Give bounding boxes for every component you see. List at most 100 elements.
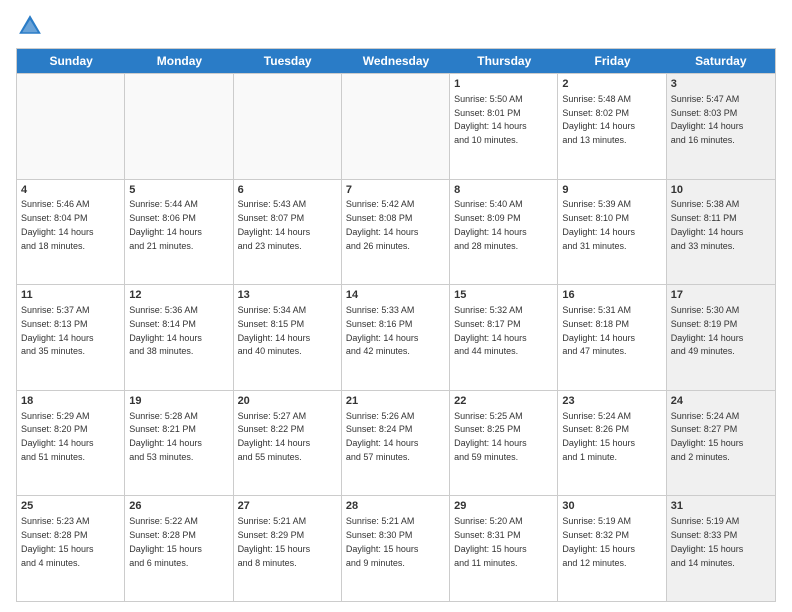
calendar-cell: 22 Sunrise: 5:25 AM Sunset: 8:25 PM Dayli… (450, 391, 558, 496)
calendar-cell: 16Sunrise: 5:31 AM Sunset: 8:18 PM Dayli… (558, 285, 666, 390)
day-info: Sunrise: 5:27 AM Sunset: 8:22 PM Dayligh… (238, 411, 311, 462)
day-header-saturday: Saturday (667, 49, 775, 73)
day-header-friday: Friday (558, 49, 666, 73)
logo (16, 12, 48, 40)
calendar-cell (125, 74, 233, 179)
day-info: Sunrise: 5:44 AM Sunset: 8:06 PM Dayligh… (129, 199, 202, 250)
calendar-cell: 25 Sunrise: 5:23 AM Sunset: 8:28 PM Dayli… (17, 496, 125, 601)
day-info: Sunrise: 5:19 AM Sunset: 8:32 PM Dayligh… (562, 516, 635, 567)
day-number: 5 (129, 183, 228, 198)
calendar-week-2: 4Sunrise: 5:46 AM Sunset: 8:04 PM Daylig… (17, 179, 775, 285)
day-number: 21 (346, 394, 445, 409)
calendar-cell: 24Sunrise: 5:24 AM Sunset: 8:27 PM Dayli… (667, 391, 775, 496)
day-number: 12 (129, 288, 228, 303)
calendar-cell: 10Sunrise: 5:38 AM Sunset: 8:11 PM Dayli… (667, 180, 775, 285)
day-info: Sunrise: 5:26 AM Sunset: 8:24 PM Dayligh… (346, 411, 419, 462)
calendar-cell: 18 Sunrise: 5:29 AM Sunset: 8:20 PM Dayli… (17, 391, 125, 496)
day-info: Sunrise: 5:24 AM Sunset: 8:26 PM Dayligh… (562, 411, 635, 462)
calendar-cell: 9Sunrise: 5:39 AM Sunset: 8:10 PM Daylig… (558, 180, 666, 285)
day-number: 24 (671, 394, 771, 409)
day-info: Sunrise: 5:19 AM Sunset: 8:33 PM Dayligh… (671, 516, 744, 567)
calendar-cell: 20 Sunrise: 5:27 AM Sunset: 8:22 PM Dayli… (234, 391, 342, 496)
day-number: 7 (346, 183, 445, 198)
day-number: 16 (562, 288, 661, 303)
calendar-cell: 31 Sunrise: 5:19 AM Sunset: 8:33 PM Dayli… (667, 496, 775, 601)
calendar-body: 1 Sunrise: 5:50 AM Sunset: 8:01 PM Daylig… (17, 73, 775, 601)
day-number: 27 (238, 499, 337, 514)
day-number: 28 (346, 499, 445, 514)
calendar-cell: 19 Sunrise: 5:28 AM Sunset: 8:21 PM Dayli… (125, 391, 233, 496)
day-info: Sunrise: 5:22 AM Sunset: 8:28 PM Dayligh… (129, 516, 202, 567)
day-number: 19 (129, 394, 228, 409)
day-number: 22 (454, 394, 553, 409)
calendar-cell (234, 74, 342, 179)
day-info: Sunrise: 5:25 AM Sunset: 8:25 PM Dayligh… (454, 411, 527, 462)
day-number: 13 (238, 288, 337, 303)
day-header-sunday: Sunday (17, 49, 125, 73)
day-info: Sunrise: 5:37 AM Sunset: 8:13 PM Dayligh… (21, 305, 94, 356)
day-info: Sunrise: 5:21 AM Sunset: 8:30 PM Dayligh… (346, 516, 419, 567)
calendar-cell: 26Sunrise: 5:22 AM Sunset: 8:28 PM Dayli… (125, 496, 233, 601)
day-number: 20 (238, 394, 337, 409)
calendar-cell: 21 Sunrise: 5:26 AM Sunset: 8:24 PM Dayli… (342, 391, 450, 496)
day-info: Sunrise: 5:33 AM Sunset: 8:16 PM Dayligh… (346, 305, 419, 356)
day-number: 3 (671, 77, 771, 92)
calendar-cell: 2Sunrise: 5:48 AM Sunset: 8:02 PM Daylig… (558, 74, 666, 179)
day-number: 10 (671, 183, 771, 198)
day-info: Sunrise: 5:47 AM Sunset: 8:03 PM Dayligh… (671, 94, 744, 145)
day-number: 25 (21, 499, 120, 514)
day-number: 29 (454, 499, 553, 514)
header (16, 12, 776, 40)
calendar-header: SundayMondayTuesdayWednesdayThursdayFrid… (17, 49, 775, 73)
day-number: 2 (562, 77, 661, 92)
day-info: Sunrise: 5:28 AM Sunset: 8:21 PM Dayligh… (129, 411, 202, 462)
day-number: 23 (562, 394, 661, 409)
day-info: Sunrise: 5:43 AM Sunset: 8:07 PM Dayligh… (238, 199, 311, 250)
day-header-wednesday: Wednesday (342, 49, 450, 73)
day-number: 14 (346, 288, 445, 303)
day-info: Sunrise: 5:38 AM Sunset: 8:11 PM Dayligh… (671, 199, 744, 250)
day-info: Sunrise: 5:29 AM Sunset: 8:20 PM Dayligh… (21, 411, 94, 462)
day-info: Sunrise: 5:21 AM Sunset: 8:29 PM Dayligh… (238, 516, 311, 567)
calendar-cell: 28 Sunrise: 5:21 AM Sunset: 8:30 PM Dayli… (342, 496, 450, 601)
day-info: Sunrise: 5:32 AM Sunset: 8:17 PM Dayligh… (454, 305, 527, 356)
calendar-cell: 6Sunrise: 5:43 AM Sunset: 8:07 PM Daylig… (234, 180, 342, 285)
calendar-week-3: 11 Sunrise: 5:37 AM Sunset: 8:13 PM Dayli… (17, 284, 775, 390)
day-number: 8 (454, 183, 553, 198)
day-info: Sunrise: 5:30 AM Sunset: 8:19 PM Dayligh… (671, 305, 744, 356)
calendar-week-5: 25 Sunrise: 5:23 AM Sunset: 8:28 PM Dayli… (17, 495, 775, 601)
day-number: 17 (671, 288, 771, 303)
day-number: 11 (21, 288, 120, 303)
calendar-cell: 13Sunrise: 5:34 AM Sunset: 8:15 PM Dayli… (234, 285, 342, 390)
day-header-thursday: Thursday (450, 49, 558, 73)
day-info: Sunrise: 5:40 AM Sunset: 8:09 PM Dayligh… (454, 199, 527, 250)
day-number: 1 (454, 77, 553, 92)
calendar-cell (342, 74, 450, 179)
calendar-cell: 3 Sunrise: 5:47 AM Sunset: 8:03 PM Daylig… (667, 74, 775, 179)
day-info: Sunrise: 5:23 AM Sunset: 8:28 PM Dayligh… (21, 516, 94, 567)
page: SundayMondayTuesdayWednesdayThursdayFrid… (0, 0, 792, 612)
day-info: Sunrise: 5:39 AM Sunset: 8:10 PM Dayligh… (562, 199, 635, 250)
calendar-week-4: 18 Sunrise: 5:29 AM Sunset: 8:20 PM Dayli… (17, 390, 775, 496)
calendar-cell: 7Sunrise: 5:42 AM Sunset: 8:08 PM Daylig… (342, 180, 450, 285)
calendar-cell: 30Sunrise: 5:19 AM Sunset: 8:32 PM Dayli… (558, 496, 666, 601)
logo-icon (16, 12, 44, 40)
calendar-cell: 5Sunrise: 5:44 AM Sunset: 8:06 PM Daylig… (125, 180, 233, 285)
day-number: 15 (454, 288, 553, 303)
calendar-cell: 23 Sunrise: 5:24 AM Sunset: 8:26 PM Dayli… (558, 391, 666, 496)
calendar-cell: 14 Sunrise: 5:33 AM Sunset: 8:16 PM Dayli… (342, 285, 450, 390)
calendar-week-1: 1 Sunrise: 5:50 AM Sunset: 8:01 PM Daylig… (17, 73, 775, 179)
day-info: Sunrise: 5:42 AM Sunset: 8:08 PM Dayligh… (346, 199, 419, 250)
day-number: 18 (21, 394, 120, 409)
day-number: 9 (562, 183, 661, 198)
day-number: 6 (238, 183, 337, 198)
day-number: 31 (671, 499, 771, 514)
calendar-cell: 29 Sunrise: 5:20 AM Sunset: 8:31 PM Dayli… (450, 496, 558, 601)
day-info: Sunrise: 5:20 AM Sunset: 8:31 PM Dayligh… (454, 516, 527, 567)
calendar-cell (17, 74, 125, 179)
day-info: Sunrise: 5:50 AM Sunset: 8:01 PM Dayligh… (454, 94, 527, 145)
day-info: Sunrise: 5:46 AM Sunset: 8:04 PM Dayligh… (21, 199, 94, 250)
calendar-cell: 15 Sunrise: 5:32 AM Sunset: 8:17 PM Dayli… (450, 285, 558, 390)
day-number: 4 (21, 183, 120, 198)
day-header-monday: Monday (125, 49, 233, 73)
